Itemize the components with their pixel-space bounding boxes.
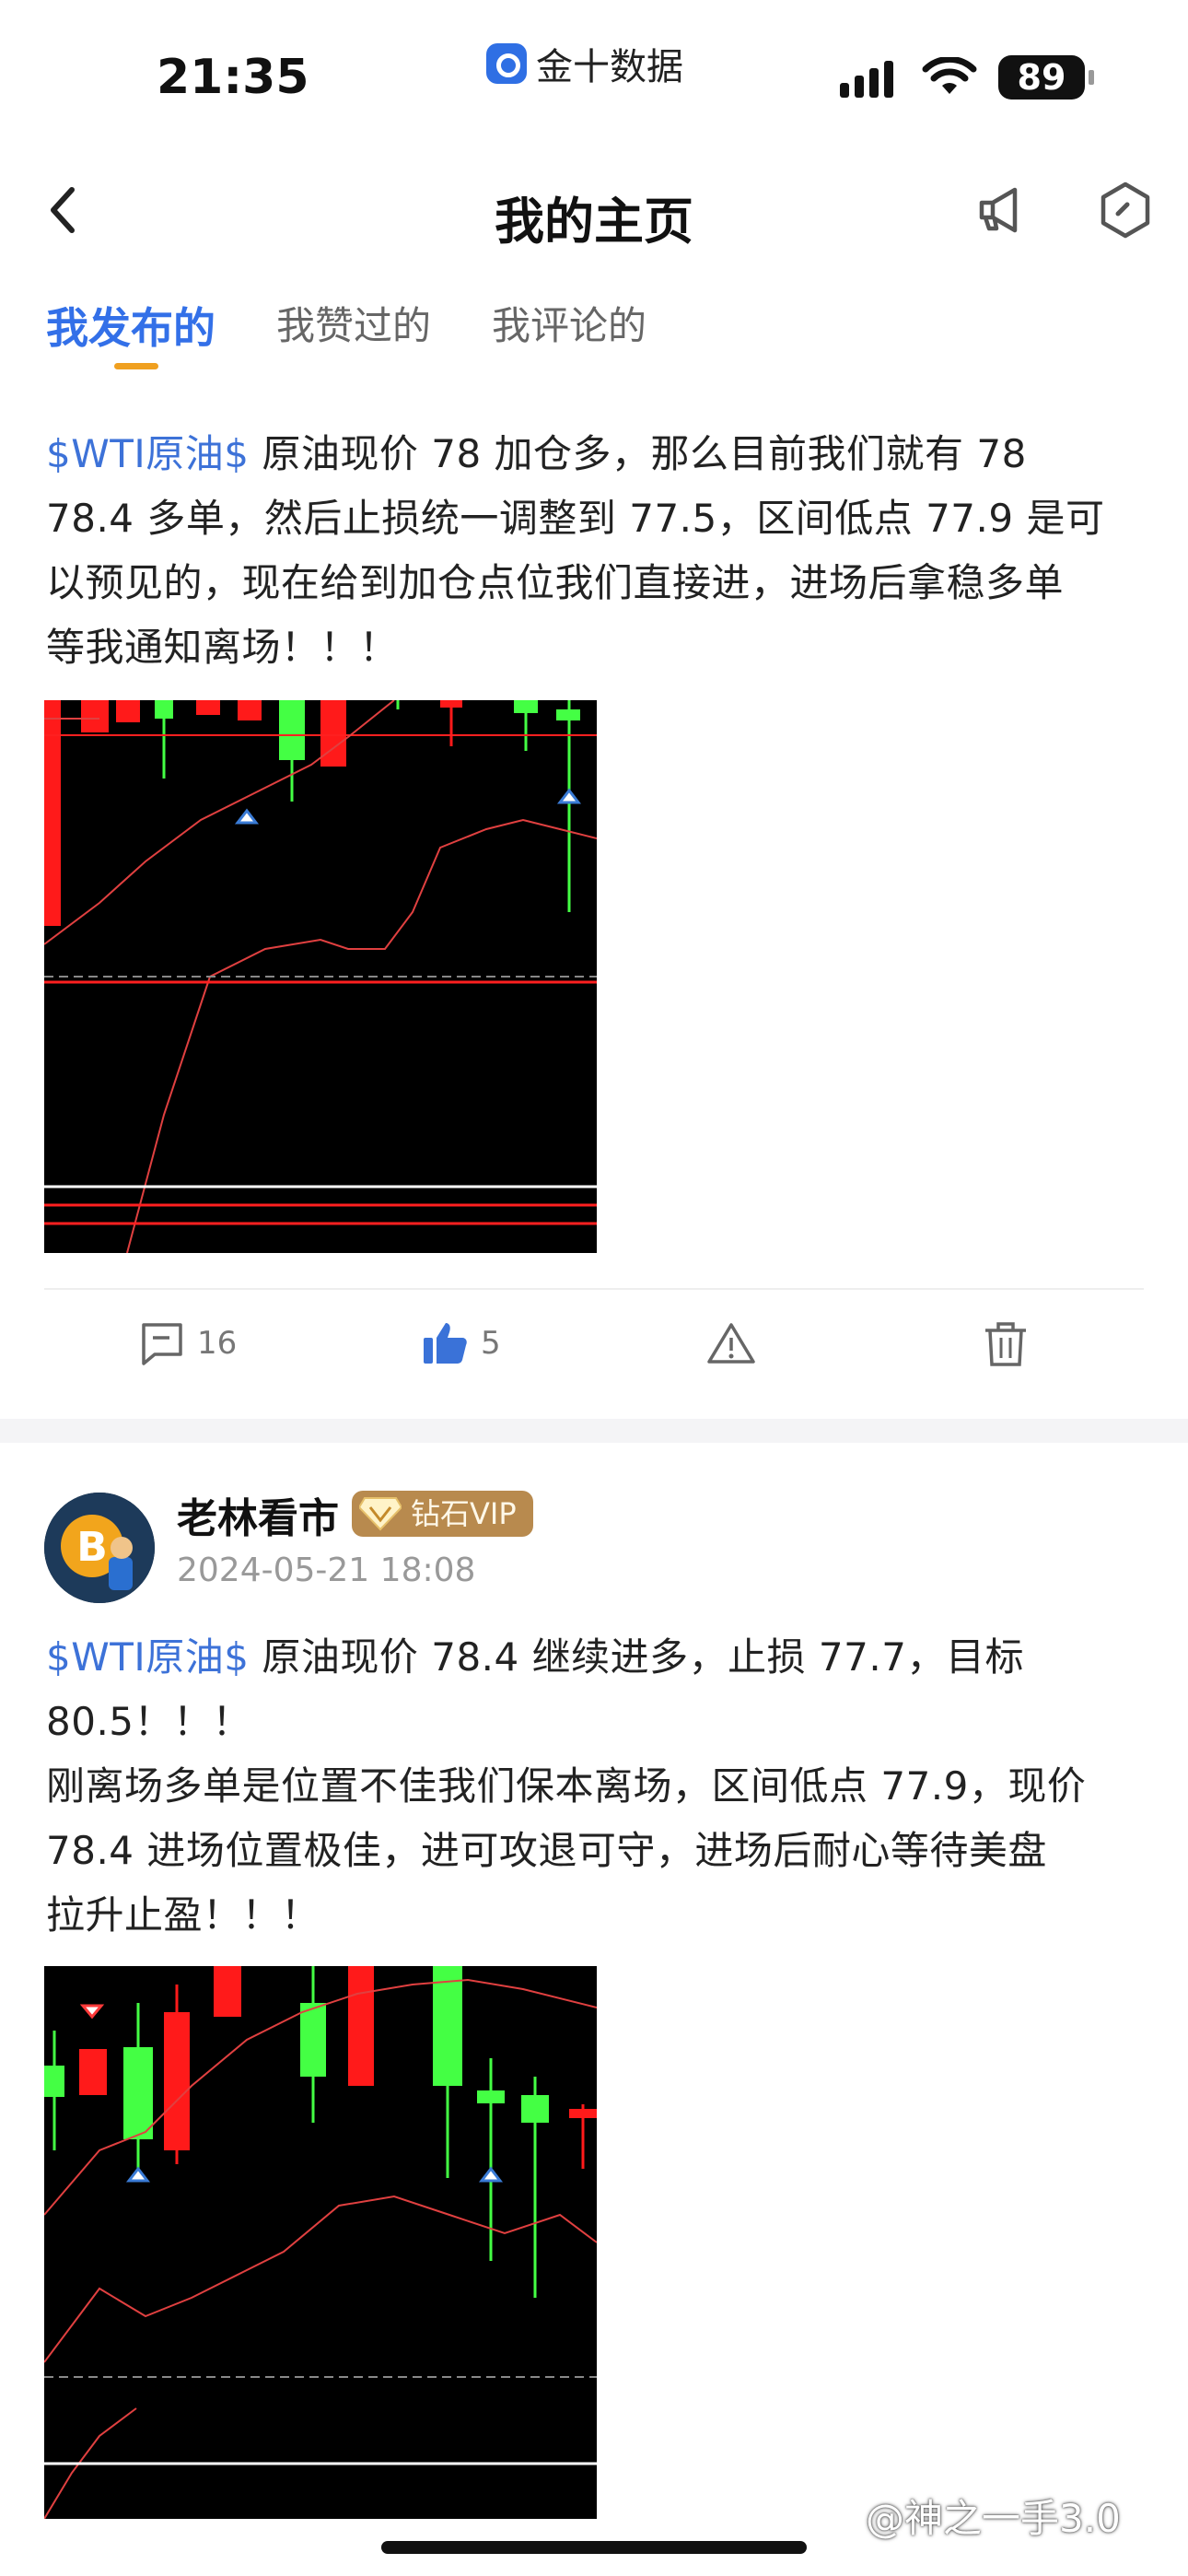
post1-chart-image[interactable] bbox=[44, 700, 597, 1253]
post1-line: 等我通知离场！！！ bbox=[46, 625, 399, 670]
battery-level: 89 bbox=[998, 55, 1085, 100]
home-indicator bbox=[381, 2541, 807, 2554]
post1-line-text: 原油现价 78 加仓多，那么目前我们就有 78 bbox=[249, 431, 1027, 476]
vip-badge-label: 钻石VIP bbox=[411, 1496, 517, 1531]
megaphone-icon[interactable] bbox=[974, 181, 1033, 240]
post1-divider bbox=[44, 1288, 1144, 1290]
status-time: 21:35 bbox=[157, 50, 309, 105]
settings-hexagon-icon[interactable] bbox=[1096, 181, 1155, 240]
app-name: 金十数据 bbox=[486, 37, 683, 90]
wifi-icon bbox=[922, 57, 977, 94]
post2-chart-image[interactable] bbox=[44, 1966, 597, 2519]
avatar[interactable]: B bbox=[44, 1493, 155, 1603]
trash-icon bbox=[985, 1322, 1026, 1366]
like-count: 5 bbox=[481, 1325, 501, 1362]
post1-line: 78.4 多单，然后止损统一调整到 77.5，区间低点 77.9 是可 bbox=[46, 496, 1105, 541]
post2-content: $WTI原油$ 原油现价 78.4 继续进多，止损 77.7，目标 80.5！！… bbox=[46, 1625, 1151, 1948]
app-name-label: 金十数据 bbox=[536, 46, 683, 88]
report-button[interactable] bbox=[705, 1321, 757, 1365]
thumbs-up-icon bbox=[424, 1323, 467, 1364]
app-logo-icon bbox=[486, 43, 527, 84]
post2-line: $WTI原油$ 原油现价 78.4 继续进多，止损 77.7，目标 bbox=[46, 1625, 1151, 1690]
post1-action-bar: 16 5 bbox=[0, 1321, 1188, 1395]
post1-line: 以预见的，现在给到加仓点位我们直接进，进场后拿稳多单 bbox=[46, 560, 1065, 605]
comment-count: 16 bbox=[197, 1325, 238, 1362]
post-date: 2024-05-21 18:08 bbox=[177, 1551, 476, 1589]
post1-topic-link[interactable]: $WTI原油$ bbox=[46, 431, 250, 476]
post2-topic-link[interactable]: $WTI原油$ bbox=[46, 1634, 250, 1680]
tab-my-posts[interactable]: 我发布的 bbox=[46, 295, 215, 356]
post2-line-text: 原油现价 78.4 继续进多，止损 77.7，目标 bbox=[249, 1634, 1024, 1680]
post-separator bbox=[0, 1419, 1188, 1443]
profile-tabs: 我发布的 我赞过的 我评论的 bbox=[46, 295, 646, 356]
comment-icon bbox=[142, 1323, 182, 1365]
bitcoin-avatar-icon: B bbox=[44, 1493, 155, 1603]
diamond-icon bbox=[359, 1497, 402, 1531]
post2-line: 拉升止盈！！！ bbox=[46, 1892, 320, 1938]
delete-button[interactable] bbox=[984, 1321, 1028, 1367]
post1-content: $WTI原油$ 原油现价 78 加仓多，那么目前我们就有 78 78.4 多单，… bbox=[46, 422, 1151, 680]
watermark-text: @神之一手3.0 bbox=[866, 2496, 1121, 2541]
post1-line: $WTI原油$ 原油现价 78 加仓多，那么目前我们就有 78 bbox=[46, 422, 1151, 486]
post2-line: 78.4 进场位置极佳，进可攻退可守，进场后耐心等待美盘 bbox=[46, 1828, 1047, 1873]
active-tab-indicator bbox=[114, 363, 158, 369]
like-button[interactable]: 5 bbox=[422, 1321, 501, 1365]
author-name[interactable]: 老林看市 bbox=[177, 1485, 339, 1544]
tab-liked[interactable]: 我赞过的 bbox=[276, 295, 431, 356]
vip-badge: 钻石VIP bbox=[352, 1491, 533, 1537]
post2-line: 80.5！！！ bbox=[46, 1699, 252, 1744]
comment-button[interactable]: 16 bbox=[140, 1321, 237, 1365]
battery-tip bbox=[1089, 70, 1094, 85]
status-bar: 21:35 金十数据 89 bbox=[0, 0, 1188, 147]
svg-text:B: B bbox=[76, 1524, 108, 1571]
post2-line: 刚离场多单是位置不佳我们保本离场，区间低点 77.9，现价 bbox=[46, 1763, 1087, 1809]
cellular-signal-icon bbox=[840, 61, 893, 98]
tab-commented[interactable]: 我评论的 bbox=[492, 295, 646, 356]
warning-icon bbox=[707, 1323, 755, 1364]
